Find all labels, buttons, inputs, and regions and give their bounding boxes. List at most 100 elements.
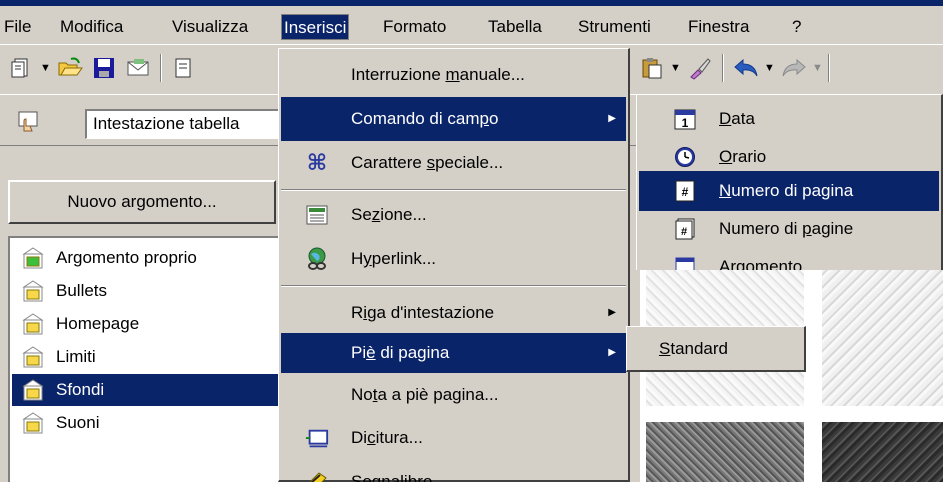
- menu-item-interruzione-manuale[interactable]: Interruzione manuale...: [281, 53, 626, 97]
- list-item-label: Bullets: [56, 281, 108, 300]
- menu-item-label: Carattere speciale...: [351, 153, 504, 172]
- list-item[interactable]: Sfondi: [12, 374, 278, 406]
- gallery-tile[interactable]: [646, 422, 804, 482]
- bookmark-icon: [305, 469, 329, 482]
- redo-dropdown-arrow[interactable]: ▼: [812, 62, 823, 74]
- undo-dropdown-arrow[interactable]: ▼: [764, 62, 775, 74]
- calendar-icon: 1: [673, 107, 697, 131]
- new-document-icon[interactable]: [8, 54, 36, 82]
- section-icon: [305, 203, 329, 227]
- folder-icon: [22, 280, 44, 302]
- page-number-icon: #: [673, 179, 697, 203]
- menu-item-sezione[interactable]: Sezione...: [281, 193, 626, 237]
- submenu-arrow-icon: ▶: [608, 113, 616, 124]
- list-item[interactable]: Bullets: [12, 275, 278, 307]
- toolbar-separator: [160, 54, 162, 82]
- menu-inserisci[interactable]: Inserisci: [281, 14, 350, 40]
- hyperlink-globe-icon: [305, 247, 329, 271]
- edit-file-icon[interactable]: [170, 54, 198, 82]
- list-item[interactable]: Suoni: [12, 407, 278, 439]
- gallery-preview: [640, 268, 943, 482]
- topic-list[interactable]: Argomento proprio Bullets Homepage Limiti Sf…: [8, 236, 280, 482]
- menu-formato[interactable]: Formato: [381, 14, 448, 40]
- special-character-icon: ⌘: [306, 150, 328, 175]
- toolbar-separator: [828, 54, 830, 82]
- paragraph-style-combo[interactable]: Intestazione tabella: [85, 109, 285, 139]
- toolbar-separator: [722, 54, 724, 82]
- menu-item-dicitura[interactable]: Dicitura...: [281, 417, 626, 459]
- menu-item-standard[interactable]: Standard: [629, 330, 802, 368]
- menu-item-label: Data: [719, 109, 755, 128]
- submenu-arrow-icon: ▶: [608, 307, 616, 318]
- menu-item-label: Numero di pagina: [719, 181, 854, 200]
- list-item-label: Suoni: [56, 413, 100, 432]
- menu-item-label: Dicitura...: [351, 428, 423, 447]
- menu-item-label: Hyperlink...: [351, 249, 437, 268]
- menu-item-nota-a-pie-pagina[interactable]: Nota a piè pagina...: [281, 373, 626, 417]
- comando-di-campo-submenu: 1 Data Orario # Numero di pagina # Numero di p…: [636, 94, 943, 270]
- menu-item-label: Comando di campo: [351, 109, 499, 128]
- list-item-label: Argomento proprio: [56, 248, 197, 267]
- list-item[interactable]: Argomento proprio: [12, 242, 278, 274]
- svg-text:1: 1: [682, 116, 689, 130]
- menu-finestra[interactable]: Finestra: [686, 14, 751, 40]
- clock-icon: [673, 145, 697, 169]
- menu-modifica[interactable]: Modifica: [58, 14, 125, 40]
- folder-icon: [22, 412, 44, 434]
- submenu-arrow-icon: ▶: [608, 347, 616, 358]
- menu-item-data[interactable]: 1 Data: [639, 99, 939, 139]
- save-disk-icon[interactable]: [90, 54, 118, 82]
- new-topic-button[interactable]: Nuovo argomento...: [8, 180, 276, 224]
- redo-icon[interactable]: [780, 54, 808, 82]
- menu-item-riga-d-intestazione[interactable]: Riga d'intestazione ▶: [281, 293, 626, 333]
- paste-dropdown-arrow[interactable]: ▼: [670, 62, 681, 74]
- menu-item-label: Numero di pagine: [719, 219, 854, 238]
- list-item[interactable]: Homepage: [12, 308, 278, 340]
- folder-icon: [22, 346, 44, 368]
- menu-item-segnalibro[interactable]: Segnalibro...: [281, 459, 626, 482]
- menu-item-argomento[interactable]: Argomento: [639, 247, 939, 270]
- list-item-label: Homepage: [56, 314, 140, 333]
- undo-icon[interactable]: [732, 54, 760, 82]
- svg-text:#: #: [681, 226, 687, 238]
- menu-visualizza[interactable]: Visualizza: [170, 14, 250, 40]
- menu-item-label: Interruzione manuale...: [351, 65, 525, 84]
- email-icon[interactable]: [124, 54, 152, 82]
- svg-text:#: #: [682, 185, 689, 199]
- menu-item-label: Nota a piè pagina...: [351, 385, 499, 404]
- menu-item-carattere-speciale[interactable]: ⌘ Carattere speciale...: [281, 141, 626, 185]
- menu-file[interactable]: File: [2, 14, 33, 40]
- caption-icon: [305, 427, 329, 451]
- menu-item-hyperlink[interactable]: Hyperlink...: [281, 237, 626, 281]
- menu-item-label: Argomento: [719, 257, 803, 270]
- menu-bar: File Modifica Visualizza Inserisci Formato Ta…: [0, 6, 943, 44]
- menu-separator: [281, 189, 626, 191]
- format-paintbrush-icon[interactable]: [686, 54, 714, 82]
- menu-strumenti[interactable]: Strumenti: [576, 14, 653, 40]
- list-item[interactable]: Limiti: [12, 341, 278, 373]
- menu-item-pie-di-pagina[interactable]: Piè di pagina ▶: [281, 333, 626, 373]
- menu-tabella[interactable]: Tabella: [486, 14, 544, 40]
- menu-help[interactable]: ?: [790, 14, 803, 40]
- menu-item-numero-di-pagine[interactable]: # Numero di pagine: [639, 209, 939, 249]
- page-count-icon: #: [673, 217, 697, 241]
- folder-icon: [22, 313, 44, 335]
- folder-icon: [22, 379, 44, 401]
- menu-separator: [281, 285, 626, 287]
- menu-item-numero-di-pagina[interactable]: # Numero di pagina: [639, 171, 939, 211]
- gallery-tile[interactable]: [822, 268, 943, 406]
- inserisci-menu: Interruzione manuale... Comando di campo ▶…: [278, 48, 630, 482]
- topic-icon: [673, 255, 697, 270]
- menu-item-label: Piè di pagina: [351, 343, 450, 362]
- menu-item-comando-di-campo[interactable]: Comando di campo ▶: [281, 97, 626, 141]
- gallery-tile[interactable]: [822, 422, 943, 482]
- menu-item-label: Riga d'intestazione: [351, 303, 495, 322]
- open-folder-icon[interactable]: [56, 54, 84, 82]
- paste-icon[interactable]: [638, 54, 666, 82]
- pie-di-pagina-submenu: Standard: [626, 326, 806, 372]
- new-dropdown-arrow[interactable]: ▼: [40, 62, 51, 74]
- list-item-label: Limiti: [56, 347, 96, 366]
- stylist-hand-icon[interactable]: [14, 107, 42, 135]
- menu-item-label: Sezione...: [351, 205, 427, 224]
- menu-item-label: Standard: [659, 339, 729, 358]
